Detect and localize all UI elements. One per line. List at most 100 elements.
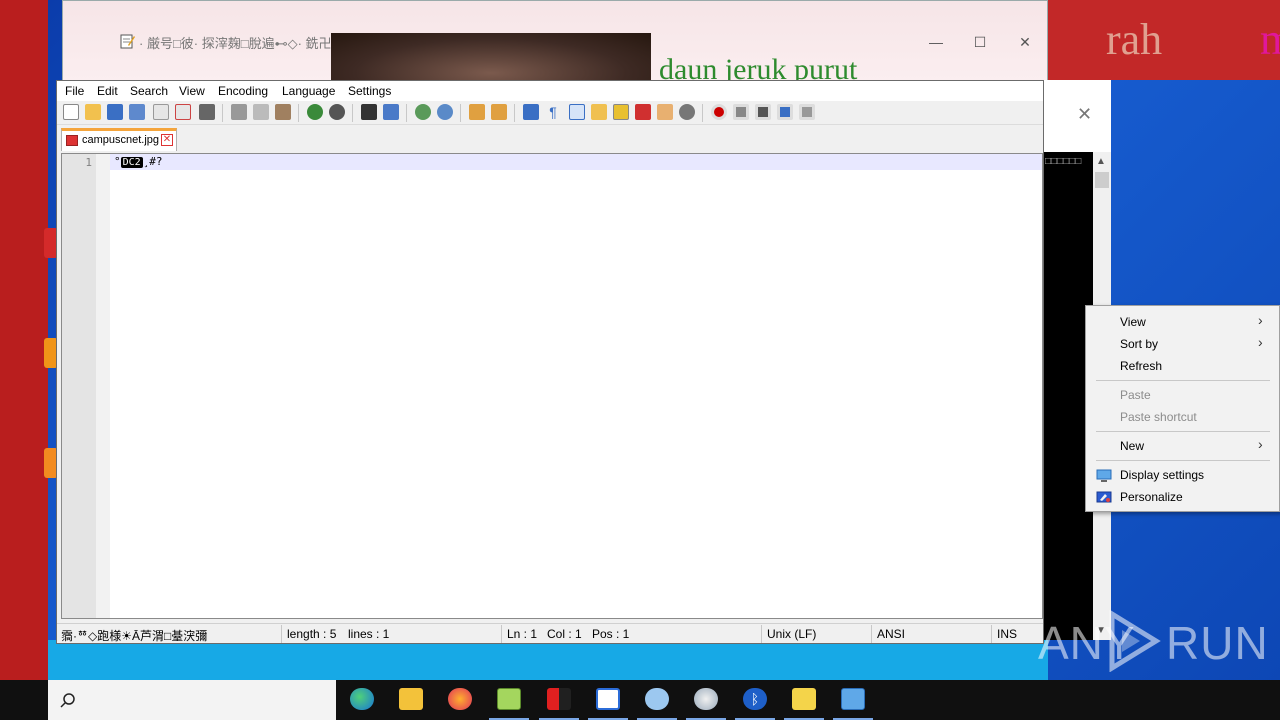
save-all-icon[interactable] [129, 104, 145, 120]
paste-icon[interactable] [275, 104, 291, 120]
chevron-right-icon: › [1258, 334, 1263, 350]
close-file-icon[interactable] [153, 104, 169, 120]
close-all-icon[interactable] [175, 104, 191, 120]
status-length: length : 5 [287, 627, 337, 641]
edge-icon[interactable] [338, 680, 386, 720]
ctx-sort-by[interactable]: Sort by [1120, 337, 1158, 351]
status-separator [281, 625, 282, 643]
tab-campuscnet[interactable]: campuscnet.jpg ✕ [61, 128, 177, 151]
chevron-right-icon: › [1258, 312, 1263, 328]
status-bar: 霘·ᅘ◇跑様☀Ā芦渭□䑓涋彌 length : 5 lines : 1 Ln :… [57, 623, 1043, 643]
firefox-icon[interactable] [436, 680, 484, 720]
save-icon[interactable] [107, 104, 123, 120]
menu-encoding[interactable]: Encoding [218, 84, 268, 98]
play-logo-icon [1109, 610, 1161, 672]
toolbar-separator [514, 104, 515, 122]
magenta-letter: m [1260, 15, 1280, 64]
globe-network-icon[interactable] [633, 680, 681, 720]
monitoring-icon[interactable] [679, 104, 695, 120]
menu-settings[interactable]: Settings [348, 84, 391, 98]
status-separator [871, 625, 872, 643]
show-all-chars-icon[interactable]: ¶ [545, 104, 561, 120]
menu-edit[interactable]: Edit [97, 84, 118, 98]
ctx-view[interactable]: View [1120, 315, 1146, 329]
stop-macro-icon[interactable] [733, 104, 749, 120]
current-line[interactable]: ° DC2 ¸#? [110, 154, 1042, 170]
background-dialog[interactable]: ✕ [1043, 80, 1111, 152]
control-panel-icon[interactable] [829, 680, 877, 720]
menu-search[interactable]: Search [130, 84, 168, 98]
text-suffix: ¸#? [142, 155, 163, 168]
record-macro-icon[interactable] [711, 104, 727, 120]
toolbar-separator [406, 104, 407, 122]
replace-icon[interactable] [383, 104, 399, 120]
folder-workspace-icon[interactable] [657, 104, 673, 120]
close-button[interactable]: ✕ [1014, 31, 1036, 53]
zoom-in-icon[interactable] [415, 104, 431, 120]
dialog-close-icon[interactable]: ✕ [1077, 104, 1092, 125]
status-col: Col : 1 [547, 627, 582, 641]
red-wallpaper-top: rah m [1048, 0, 1280, 80]
menu-bar: File Edit Search View Encoding Language … [57, 81, 1043, 101]
ctx-personalize[interactable]: Personalize [1120, 490, 1183, 504]
notepadpp-icon[interactable] [485, 680, 533, 720]
menu-separator [1096, 460, 1270, 461]
tab-close-icon[interactable]: ✕ [161, 134, 173, 146]
paint-icon[interactable] [682, 680, 730, 720]
ctx-paste[interactable]: Paste [1120, 388, 1151, 402]
start-area[interactable] [0, 680, 48, 720]
copy-icon[interactable] [253, 104, 269, 120]
print-icon[interactable] [199, 104, 215, 120]
user-language-icon[interactable] [591, 104, 607, 120]
news-icon[interactable] [584, 680, 632, 720]
file-explorer-icon[interactable] [387, 680, 435, 720]
maximize-button[interactable]: ☐ [969, 31, 991, 53]
doc-map-icon[interactable] [613, 104, 629, 120]
desktop[interactable]: rah m · 厳号□彼· 探滓麹□脫遍⊷◇· 銑卍 肖 Ā daun jeru… [0, 0, 1280, 680]
network-icon[interactable] [535, 680, 583, 720]
taskbar: ᛒ [0, 680, 1280, 720]
background-window[interactable]: · 厳号□彼· 探滓麹□脫遍⊷◇· 銑卍 肖 Ā daun jeruk puru… [62, 0, 1048, 86]
zoom-out-icon[interactable] [437, 104, 453, 120]
editor[interactable]: 1 ° DC2 ¸#? [61, 153, 1043, 619]
find-icon[interactable] [361, 104, 377, 120]
minimize-button[interactable]: — [925, 31, 947, 53]
desktop-context-menu: View › Sort by › Refresh Paste Paste sho… [1085, 305, 1280, 512]
scroll-up-icon[interactable]: ▲ [1096, 156, 1106, 167]
play-macro-icon[interactable] [755, 104, 771, 120]
taskbar-search[interactable] [48, 680, 336, 720]
toolbar: ¶ [57, 101, 1043, 125]
save-macro-icon[interactable] [799, 104, 815, 120]
undo-icon[interactable] [307, 104, 323, 120]
menu-view[interactable]: View [179, 84, 205, 98]
sync-vertical-icon[interactable] [469, 104, 485, 120]
ctx-display-settings[interactable]: Display settings [1120, 468, 1204, 482]
menu-file[interactable]: File [65, 84, 84, 98]
toolbar-separator [460, 104, 461, 122]
toolbar-separator [298, 104, 299, 122]
status-separator [991, 625, 992, 643]
indent-guide-icon[interactable] [569, 104, 585, 120]
cut-icon[interactable] [231, 104, 247, 120]
status-separator [501, 625, 502, 643]
menu-separator [1096, 431, 1270, 432]
open-file-icon[interactable] [85, 104, 101, 120]
text-prefix: ° [114, 155, 121, 168]
ctx-refresh[interactable]: Refresh [1120, 359, 1162, 373]
word-wrap-icon[interactable] [523, 104, 539, 120]
notepad-icon [120, 34, 135, 49]
hand-icon[interactable] [780, 680, 828, 720]
line-number-gutter: 1 [62, 154, 110, 618]
bluetooth-icon[interactable]: ᛒ [731, 680, 779, 720]
status-lines: lines : 1 [348, 627, 390, 641]
new-file-icon[interactable] [63, 104, 79, 120]
ctx-new[interactable]: New [1120, 439, 1144, 453]
notepadpp-window[interactable]: File Edit Search View Encoding Language … [56, 80, 1044, 644]
redo-icon[interactable] [329, 104, 345, 120]
sync-horizontal-icon[interactable] [491, 104, 507, 120]
function-list-icon[interactable] [635, 104, 651, 120]
scroll-thumb[interactable] [1095, 172, 1109, 188]
menu-language[interactable]: Language [282, 84, 335, 98]
ctx-paste-shortcut[interactable]: Paste shortcut [1120, 410, 1197, 424]
run-macro-multiple-icon[interactable] [777, 104, 793, 120]
